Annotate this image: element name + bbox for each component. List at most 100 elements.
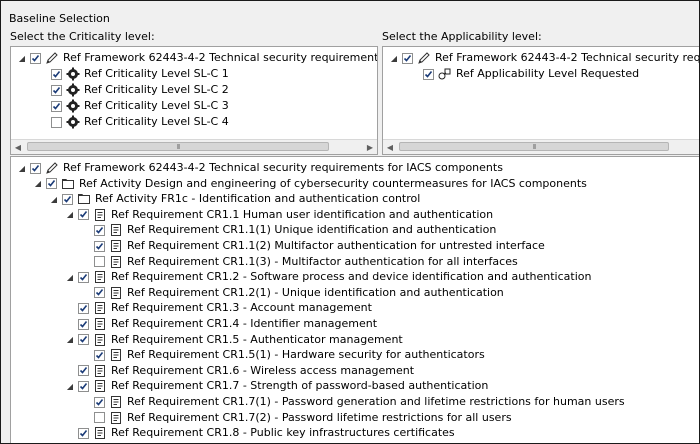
checkbox[interactable] — [51, 116, 62, 128]
applicability-tree[interactable]: ◀ III ◢ Ref Framework 62443-4-2 Technical… — [382, 46, 700, 155]
criticality-item[interactable]: Ref Criticality Level SL-C 4 — [38, 114, 229, 130]
tree-row[interactable]: Ref Requirement CR1.7(1) - Password gene… — [81, 394, 625, 410]
tree-item-label: Ref Requirement CR1.3 - Account manageme… — [111, 301, 372, 315]
applicability-hscrollbar[interactable]: ◀ III — [383, 139, 699, 154]
checkbox[interactable] — [78, 380, 89, 392]
gear-cube-icon — [66, 99, 80, 113]
tree-item-label: Ref Requirement CR1.2 - Software process… — [111, 270, 592, 284]
expand-toggle-icon[interactable]: ◢ — [17, 50, 27, 66]
scroll-left-button[interactable]: ◀ — [383, 140, 397, 154]
checkbox[interactable] — [78, 427, 89, 439]
expand-toggle-icon[interactable]: ◢ — [65, 269, 75, 285]
applicability-item[interactable]: Ref Applicability Level Requested — [410, 66, 639, 82]
expand-toggle-icon[interactable]: ◢ — [33, 176, 43, 192]
criticality-hscrollbar[interactable]: ◀ III ▶ — [11, 139, 377, 154]
checkbox[interactable] — [46, 178, 57, 190]
tree-item-label: Ref Criticality Level SL-C 3 — [84, 99, 229, 112]
checkbox[interactable] — [402, 52, 413, 64]
pencil-icon — [417, 51, 431, 65]
checkbox[interactable] — [30, 162, 41, 174]
checkbox[interactable] — [78, 209, 89, 221]
checkbox[interactable] — [51, 68, 62, 80]
expand-toggle-icon[interactable]: ◢ — [65, 207, 75, 223]
tree-item-label: Ref Requirement CR1.1(2) Multifactor aut… — [127, 239, 545, 252]
criticality-item[interactable]: Ref Criticality Level SL-C 1 — [38, 66, 229, 82]
tree-row[interactable]: ◢ Ref Activity Design and engineering of … — [33, 176, 587, 192]
tree-row[interactable]: Ref Requirement CR1.1(2) Multifactor aut… — [81, 238, 545, 254]
checkbox[interactable] — [78, 334, 89, 346]
gear-cube-icon — [66, 115, 80, 129]
checkbox[interactable] — [94, 224, 105, 236]
expand-toggle-icon[interactable]: ◢ — [65, 378, 75, 394]
checkbox[interactable] — [94, 287, 105, 299]
tree-row[interactable]: Ref Requirement CR1.5(1) - Hardware secu… — [81, 347, 485, 363]
criticality-root[interactable]: ◢ Ref Framework 62443-4-2 Technical secur… — [17, 50, 377, 66]
checkbox[interactable] — [62, 193, 73, 205]
tree-row[interactable]: ◢ Ref Activity FR1c - Identification and … — [49, 191, 420, 207]
tree-row[interactable]: ◢ Ref Framework 62443-4-2 Technical secur… — [17, 160, 503, 176]
document-icon — [93, 426, 107, 440]
requirements-tree[interactable]: ◢ Ref Framework 62443-4-2 Technical secur… — [10, 156, 699, 443]
tree-row[interactable]: ◢ Ref Requirement CR1.1 Human user identi… — [65, 207, 493, 223]
checkbox[interactable] — [78, 365, 89, 377]
expand-toggle-icon[interactable]: ◢ — [49, 191, 59, 207]
baseline-selection-panel: Baseline Selection Select the Criticalit… — [0, 0, 700, 444]
tree-row[interactable]: Ref Requirement CR1.7(2) - Password life… — [81, 410, 512, 426]
applicability-root[interactable]: ◢ Ref Framework 62443-4-2 Technical secur… — [389, 50, 700, 66]
checkbox[interactable] — [78, 318, 89, 330]
document-icon — [109, 255, 123, 269]
scroll-right-button[interactable]: ▶ — [363, 140, 377, 154]
checkbox[interactable] — [423, 68, 434, 80]
tree-item-label: Ref Criticality Level SL-C 1 — [84, 67, 229, 80]
tree-row[interactable]: Ref Requirement CR1.1(3) - Multifactor a… — [81, 254, 518, 270]
tree-row[interactable]: Ref Requirement CR1.6 - Wireless access … — [65, 363, 414, 379]
document-icon — [93, 364, 107, 378]
checkbox[interactable] — [78, 302, 89, 314]
checkbox[interactable] — [94, 412, 105, 424]
expand-toggle-icon[interactable]: ◢ — [389, 50, 399, 66]
document-icon — [109, 286, 123, 300]
expand-toggle-icon[interactable]: ◢ — [65, 332, 75, 348]
checkbox[interactable] — [51, 84, 62, 96]
checkbox[interactable] — [51, 100, 62, 112]
tree-item-label: Ref Framework 62443-4-2 Technical securi… — [435, 51, 700, 64]
tree-row[interactable]: Ref Requirement CR1.3 - Account manageme… — [65, 300, 372, 316]
tree-row[interactable]: Ref Requirement CR1.8 - Public key infra… — [65, 425, 455, 441]
checkbox[interactable] — [94, 240, 105, 252]
tree-row[interactable]: Ref Requirement CR1.4 - Identifier manag… — [65, 316, 377, 332]
checkbox[interactable] — [94, 396, 105, 408]
document-icon — [93, 333, 107, 347]
group-title: Baseline Selection — [9, 12, 110, 25]
scroll-thumb[interactable]: III — [399, 142, 669, 151]
expand-toggle-icon[interactable]: ◢ — [17, 160, 27, 176]
scroll-thumb[interactable]: III — [27, 142, 329, 151]
document-icon — [93, 301, 107, 315]
criticality-item[interactable]: Ref Criticality Level SL-C 2 — [38, 82, 229, 98]
scroll-left-button[interactable]: ◀ — [11, 140, 25, 154]
document-icon — [109, 348, 123, 362]
tree-row[interactable]: ◢ Ref Requirement CR1.2 - Software proces… — [65, 269, 591, 285]
folder-icon — [61, 177, 75, 191]
checkbox[interactable] — [94, 349, 105, 361]
checkbox[interactable] — [30, 52, 41, 64]
tree-item-label: Ref Requirement CR1.7(2) - Password life… — [127, 410, 512, 424]
tree-row[interactable]: Ref Requirement CR1.1(1) Unique identifi… — [81, 222, 496, 238]
document-icon — [93, 379, 107, 393]
tree-row[interactable]: ◢ Ref Requirement CR1.7 - Strength of pas… — [65, 378, 488, 394]
document-icon — [109, 223, 123, 237]
checkbox[interactable] — [78, 271, 89, 283]
checkbox[interactable] — [94, 256, 105, 268]
tree-item-label: Ref Requirement CR1.5(1) - Hardware secu… — [127, 348, 485, 362]
criticality-tree[interactable]: ◀ III ▶ ◢ Ref Framework 62443-4-2 Technic… — [10, 46, 378, 155]
tree-row[interactable]: Ref Requirement CR1.2(1) - Unique identi… — [81, 285, 504, 301]
tree-row[interactable]: ◢ Ref Requirement CR1.5 - Authenticator m… — [65, 332, 403, 348]
tree-item-label: Ref Applicability Level Requested — [456, 67, 640, 80]
criticality-item[interactable]: Ref Criticality Level SL-C 3 — [38, 98, 229, 114]
